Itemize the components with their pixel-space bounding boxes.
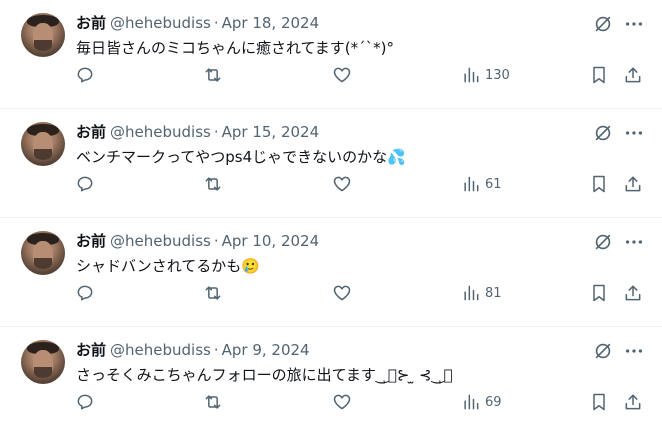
- more-icon[interactable]: [623, 13, 645, 35]
- tweet[interactable]: お前 @hehebudiss · Apr 15, 2024 ベンチマークってやつps4…: [0, 109, 662, 218]
- separator-dot: ·: [213, 123, 219, 141]
- tweet[interactable]: お前 @hehebudiss · Apr 10, 2024 シャドバンされてるかも🥲 …: [0, 218, 662, 327]
- display-name[interactable]: お前: [76, 14, 106, 32]
- smiling-tear-emoji: 🥲: [241, 257, 260, 275]
- user-handle[interactable]: @hehebudiss: [110, 14, 211, 32]
- tweet-date[interactable]: Apr 15, 2024: [222, 123, 320, 141]
- sweat-droplets-emoji: 💦: [387, 148, 406, 166]
- heart-icon: [333, 394, 351, 410]
- share-icon: [625, 285, 641, 301]
- separator-dot: ·: [213, 14, 219, 32]
- like-button[interactable]: [332, 282, 352, 304]
- views-chart-icon: [464, 285, 479, 301]
- views-chart-icon: [464, 67, 479, 83]
- tweet-text-content: 毎日皆さんのミコちゃんに癒されてます(*´`*)°: [76, 39, 395, 57]
- tweet-text: 毎日皆さんのミコちゃんに癒されてます(*´`*)°: [76, 36, 636, 60]
- tweet[interactable]: お前 @hehebudiss · Apr 9, 2024 さっそくみこちゃんフォローの…: [0, 327, 662, 433]
- views-count: 130: [485, 67, 510, 83]
- bookmark-button[interactable]: [589, 391, 609, 413]
- user-handle[interactable]: @hehebudiss: [110, 232, 211, 250]
- share-button[interactable]: [623, 64, 643, 86]
- tweet-date[interactable]: Apr 9, 2024: [222, 341, 310, 359]
- views-chart-icon: [464, 176, 479, 192]
- views-button[interactable]: 61: [461, 173, 502, 195]
- reply-button[interactable]: [75, 64, 95, 86]
- like-button[interactable]: [332, 391, 352, 413]
- tweet-header: お前 @hehebudiss · Apr 10, 2024: [76, 230, 319, 252]
- tweet-header: お前 @hehebudiss · Apr 9, 2024: [76, 339, 310, 361]
- share-icon: [625, 67, 641, 83]
- bookmark-button[interactable]: [589, 173, 609, 195]
- tweet-text: ベンチマークってやつps4じゃできないのかな💦: [76, 145, 636, 169]
- retweet-button[interactable]: [203, 391, 223, 413]
- bookmark-icon: [593, 284, 605, 302]
- tweet[interactable]: お前 @hehebudiss · Apr 18, 2024 毎日皆さんのミコちゃんに癒…: [0, 0, 662, 109]
- share-button[interactable]: [623, 391, 643, 413]
- avatar[interactable]: [21, 340, 65, 384]
- tweet-text: シャドバンされてるかも🥲: [76, 254, 636, 278]
- retweet-icon: [205, 177, 221, 191]
- retweet-icon: [205, 286, 221, 300]
- share-icon: [625, 394, 641, 410]
- reply-button[interactable]: [75, 391, 95, 413]
- tweet-date[interactable]: Apr 10, 2024: [222, 232, 320, 250]
- like-button[interactable]: [332, 173, 352, 195]
- retweet-button[interactable]: [203, 64, 223, 86]
- display-name[interactable]: お前: [76, 341, 106, 359]
- like-button[interactable]: [332, 64, 352, 86]
- grok-icon[interactable]: [592, 340, 614, 362]
- views-button[interactable]: 81: [461, 282, 502, 304]
- more-icon[interactable]: [623, 122, 645, 144]
- tweet-text-content: シャドバンされてるかも: [76, 257, 242, 275]
- avatar[interactable]: [21, 13, 65, 57]
- tweet-text: さっそくみこちゃんフォローの旅に出てます‿̩͙⊱ ̫ ⊰‿̩͙: [76, 363, 636, 387]
- tweet-header: お前 @hehebudiss · Apr 15, 2024: [76, 121, 319, 143]
- retweet-icon: [205, 395, 221, 409]
- more-icon[interactable]: [623, 340, 645, 362]
- tweet-text-content: ベンチマークってやつps4じゃできないのかな: [76, 148, 388, 166]
- tweet-date[interactable]: Apr 18, 2024: [222, 14, 320, 32]
- user-handle[interactable]: @hehebudiss: [110, 123, 211, 141]
- grok-icon[interactable]: [592, 122, 614, 144]
- retweet-button[interactable]: [203, 173, 223, 195]
- views-count: 81: [485, 285, 502, 301]
- heart-icon: [333, 176, 351, 192]
- display-name[interactable]: お前: [76, 232, 106, 250]
- bookmark-button[interactable]: [589, 64, 609, 86]
- avatar[interactable]: [21, 122, 65, 166]
- tweet-header: お前 @hehebudiss · Apr 18, 2024: [76, 12, 319, 34]
- reply-button[interactable]: [75, 173, 95, 195]
- views-button[interactable]: 69: [461, 391, 502, 413]
- tweet-text-content: さっそくみこちゃんフォローの旅に出てます‿̩͙⊱ ̫ ⊰‿̩͙: [76, 366, 453, 384]
- separator-dot: ·: [213, 232, 219, 250]
- heart-icon: [333, 67, 351, 83]
- reply-button[interactable]: [75, 282, 95, 304]
- bookmark-button[interactable]: [589, 282, 609, 304]
- heart-icon: [333, 285, 351, 301]
- grok-icon[interactable]: [592, 231, 614, 253]
- bookmark-icon: [593, 66, 605, 84]
- share-button[interactable]: [623, 282, 643, 304]
- views-button[interactable]: 130: [461, 64, 510, 86]
- avatar[interactable]: [21, 231, 65, 275]
- views-count: 61: [485, 176, 502, 192]
- reply-icon: [77, 285, 93, 301]
- reply-icon: [77, 394, 93, 410]
- separator-dot: ·: [213, 341, 219, 359]
- grok-icon[interactable]: [592, 13, 614, 35]
- retweet-button[interactable]: [203, 282, 223, 304]
- views-count: 69: [485, 394, 502, 410]
- display-name[interactable]: お前: [76, 123, 106, 141]
- more-icon[interactable]: [623, 231, 645, 253]
- timeline: お前 @hehebudiss · Apr 18, 2024 毎日皆さんのミコちゃんに癒…: [0, 0, 662, 433]
- reply-icon: [77, 176, 93, 192]
- user-handle[interactable]: @hehebudiss: [110, 341, 211, 359]
- views-chart-icon: [464, 394, 479, 410]
- bookmark-icon: [593, 393, 605, 411]
- share-icon: [625, 176, 641, 192]
- share-button[interactable]: [623, 173, 643, 195]
- retweet-icon: [205, 68, 221, 82]
- reply-icon: [77, 67, 93, 83]
- bookmark-icon: [593, 175, 605, 193]
